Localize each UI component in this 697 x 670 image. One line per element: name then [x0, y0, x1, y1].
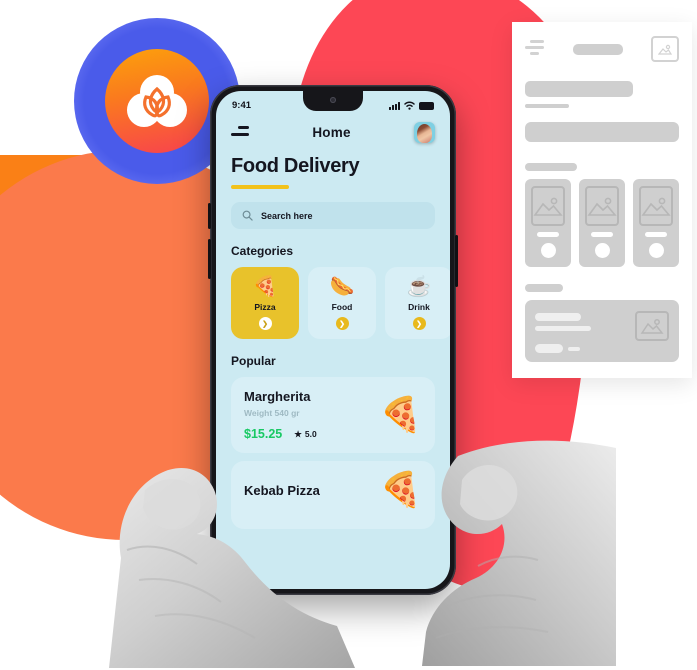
chevron-right-icon[interactable]: ❯ — [258, 317, 272, 330]
signal-bars-icon — [389, 101, 400, 110]
hotdog-icon: 🌭 — [329, 276, 355, 298]
categories-list: 🍕 Pizza ❯ 🌭 Food ❯ ☕ Drink ❯ — [231, 267, 450, 339]
hero-illustration: 9:41 Home Food Delivery Search here Cate… — [0, 0, 697, 670]
wireframe-menu-icon — [525, 40, 544, 58]
wireframe-tile-dot — [648, 243, 664, 258]
category-label: Pizza — [254, 302, 276, 312]
image-placeholder-icon — [531, 186, 565, 226]
right-hand-holding-phone — [418, 428, 618, 668]
food-image: 🍕 — [379, 471, 422, 509]
app-navbar: Home — [216, 111, 450, 143]
wireframe-card — [512, 22, 692, 378]
chevron-right-icon[interactable]: ❯ — [412, 317, 426, 330]
phone-volume-button[interactable] — [208, 203, 211, 229]
user-avatar[interactable] — [414, 122, 435, 143]
categories-title: Categories — [231, 244, 294, 258]
wireframe-search-bar — [525, 122, 679, 142]
battery-full-icon — [419, 101, 434, 110]
popular-title: Popular — [231, 354, 276, 368]
image-placeholder-icon — [585, 186, 619, 226]
image-placeholder-icon — [651, 36, 679, 62]
category-card-food[interactable]: 🌭 Food ❯ — [308, 267, 376, 339]
wireframe-tile-line — [590, 232, 614, 237]
wireframe-title-bar — [572, 43, 623, 55]
phone-notch — [303, 91, 363, 111]
category-card-pizza[interactable]: 🍕 Pizza ❯ — [231, 267, 299, 339]
search-icon — [242, 210, 253, 221]
wireframe-header — [525, 36, 679, 62]
image-placeholder-icon — [635, 311, 669, 341]
page-title: Home — [312, 125, 351, 140]
search-input[interactable]: Search here — [231, 202, 435, 229]
wifi-icon — [404, 101, 415, 110]
phone-volume-button-2[interactable] — [208, 239, 211, 279]
image-placeholder-icon — [639, 186, 673, 226]
wireframe-tile-line — [644, 232, 668, 237]
category-label: Drink — [408, 302, 430, 312]
wireframe-tile-row — [525, 179, 679, 267]
hamburger-menu-icon[interactable] — [231, 126, 249, 139]
wireframe-wide-card — [525, 300, 679, 362]
wireframe-tile-dot — [540, 243, 556, 258]
wireframe-heading-bar — [525, 81, 633, 97]
search-placeholder: Search here — [261, 210, 313, 221]
wireframe-section-bar-2 — [525, 284, 563, 292]
left-hand-holding-phone — [105, 430, 365, 670]
phone-power-button[interactable] — [455, 235, 458, 287]
wireframe-section-bar — [525, 163, 577, 171]
wireframe-tile — [525, 179, 571, 267]
wireframe-subheading-bar — [525, 104, 569, 108]
food-weight: Weight 540 gr — [244, 408, 300, 418]
category-label: Food — [331, 302, 353, 312]
category-card-drink[interactable]: ☕ Drink ❯ — [385, 267, 450, 339]
chevron-right-icon[interactable]: ❯ — [335, 317, 349, 330]
heading-underline — [231, 185, 289, 189]
coffee-cup-icon: ☕ — [406, 276, 432, 298]
wireframe-tile — [579, 179, 625, 267]
wireframe-tile-dot — [594, 243, 610, 258]
app-heading: Food Delivery — [231, 155, 360, 177]
pizza-slice-icon: 🍕 — [252, 276, 278, 298]
food-image: 🍕 — [379, 396, 422, 434]
wireframe-tile — [633, 179, 679, 267]
wireframe-tile-line — [536, 232, 560, 237]
logo-core — [105, 49, 209, 153]
venn-circles-logo-icon — [127, 75, 187, 127]
food-name: Margherita — [244, 389, 311, 404]
status-time: 9:41 — [232, 100, 252, 111]
